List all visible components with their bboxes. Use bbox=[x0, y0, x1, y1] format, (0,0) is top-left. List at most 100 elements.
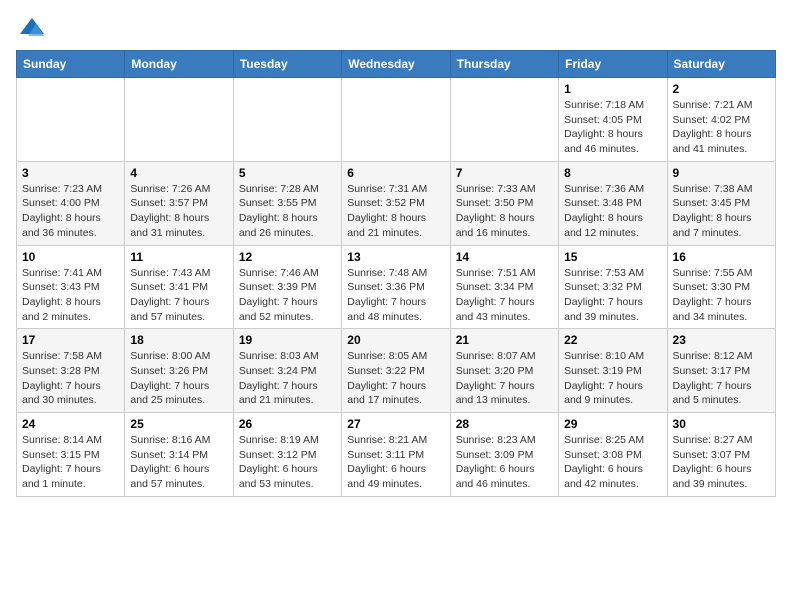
day-info: Sunrise: 8:23 AMSunset: 3:09 PMDaylight:… bbox=[456, 433, 553, 492]
day-info: Sunrise: 7:53 AMSunset: 3:32 PMDaylight:… bbox=[564, 266, 661, 325]
day-number: 22 bbox=[564, 333, 661, 347]
day-number: 3 bbox=[22, 166, 119, 180]
calendar-cell: 18 Sunrise: 8:00 AMSunset: 3:26 PMDayligh… bbox=[125, 329, 233, 413]
day-info: Sunrise: 8:21 AMSunset: 3:11 PMDaylight:… bbox=[347, 433, 444, 492]
day-number: 25 bbox=[130, 417, 227, 431]
day-number: 15 bbox=[564, 250, 661, 264]
day-number: 21 bbox=[456, 333, 553, 347]
day-info: Sunrise: 7:18 AMSunset: 4:05 PMDaylight:… bbox=[564, 98, 661, 157]
day-number: 8 bbox=[564, 166, 661, 180]
day-info: Sunrise: 7:58 AMSunset: 3:28 PMDaylight:… bbox=[22, 349, 119, 408]
day-number: 10 bbox=[22, 250, 119, 264]
calendar-cell bbox=[125, 78, 233, 162]
calendar-cell: 29Sunrise: 8:25 AMSunset: 3:08 PMDayligh… bbox=[559, 413, 667, 497]
day-number: 12 bbox=[239, 250, 336, 264]
day-number: 19 bbox=[239, 333, 336, 347]
calendar-cell bbox=[450, 78, 558, 162]
calendar-header-monday: Monday bbox=[125, 51, 233, 78]
calendar-cell bbox=[233, 78, 341, 162]
calendar-week-row: 3 Sunrise: 7:23 AMSunset: 4:00 PMDaylight… bbox=[17, 161, 776, 245]
calendar-cell: 13 Sunrise: 7:48 AMSunset: 3:36 PMDayligh… bbox=[342, 245, 450, 329]
calendar-cell: 12 Sunrise: 7:46 AMSunset: 3:39 PMDayligh… bbox=[233, 245, 341, 329]
calendar-cell: 30Sunrise: 8:27 AMSunset: 3:07 PMDayligh… bbox=[667, 413, 775, 497]
day-info: Sunrise: 7:31 AMSunset: 3:52 PMDaylight:… bbox=[347, 182, 444, 241]
day-info: Sunrise: 8:12 AMSunset: 3:17 PMDaylight:… bbox=[673, 349, 770, 408]
day-number: 18 bbox=[130, 333, 227, 347]
calendar-week-row: 24Sunrise: 8:14 AMSunset: 3:15 PMDayligh… bbox=[17, 413, 776, 497]
day-number: 23 bbox=[673, 333, 770, 347]
calendar-cell: 9 Sunrise: 7:38 AMSunset: 3:45 PMDaylight… bbox=[667, 161, 775, 245]
calendar-header-saturday: Saturday bbox=[667, 51, 775, 78]
day-info: Sunrise: 7:21 AMSunset: 4:02 PMDaylight:… bbox=[673, 98, 770, 157]
day-info: Sunrise: 8:05 AMSunset: 3:22 PMDaylight:… bbox=[347, 349, 444, 408]
calendar-cell: 20 Sunrise: 8:05 AMSunset: 3:22 PMDayligh… bbox=[342, 329, 450, 413]
day-info: Sunrise: 8:00 AMSunset: 3:26 PMDaylight:… bbox=[130, 349, 227, 408]
day-number: 30 bbox=[673, 417, 770, 431]
day-info: Sunrise: 8:07 AMSunset: 3:20 PMDaylight:… bbox=[456, 349, 553, 408]
calendar-cell: 14 Sunrise: 7:51 AMSunset: 3:34 PMDayligh… bbox=[450, 245, 558, 329]
calendar-cell: 19 Sunrise: 8:03 AMSunset: 3:24 PMDayligh… bbox=[233, 329, 341, 413]
logo bbox=[16, 16, 48, 38]
calendar-cell: 1 Sunrise: 7:18 AMSunset: 4:05 PMDaylight… bbox=[559, 78, 667, 162]
calendar-header-tuesday: Tuesday bbox=[233, 51, 341, 78]
day-number: 28 bbox=[456, 417, 553, 431]
calendar-cell: 4Sunrise: 7:26 AMSunset: 3:57 PMDaylight… bbox=[125, 161, 233, 245]
calendar-header-wednesday: Wednesday bbox=[342, 51, 450, 78]
day-info: Sunrise: 7:41 AMSunset: 3:43 PMDaylight:… bbox=[22, 266, 119, 325]
calendar-header-row: SundayMondayTuesdayWednesdayThursdayFrid… bbox=[17, 51, 776, 78]
day-number: 24 bbox=[22, 417, 119, 431]
calendar-table: SundayMondayTuesdayWednesdayThursdayFrid… bbox=[16, 50, 776, 497]
calendar-cell: 11 Sunrise: 7:43 AMSunset: 3:41 PMDayligh… bbox=[125, 245, 233, 329]
calendar-cell bbox=[342, 78, 450, 162]
day-number: 26 bbox=[239, 417, 336, 431]
day-number: 7 bbox=[456, 166, 553, 180]
day-number: 9 bbox=[673, 166, 770, 180]
day-number: 13 bbox=[347, 250, 444, 264]
calendar-header-thursday: Thursday bbox=[450, 51, 558, 78]
calendar-cell: 5 Sunrise: 7:28 AMSunset: 3:55 PMDaylight… bbox=[233, 161, 341, 245]
day-info: Sunrise: 7:36 AMSunset: 3:48 PMDaylight:… bbox=[564, 182, 661, 241]
calendar-cell: 28 Sunrise: 8:23 AMSunset: 3:09 PMDayligh… bbox=[450, 413, 558, 497]
day-info: Sunrise: 7:23 AMSunset: 4:00 PMDaylight:… bbox=[22, 182, 119, 241]
day-info: Sunrise: 7:38 AMSunset: 3:45 PMDaylight:… bbox=[673, 182, 770, 241]
calendar-cell: 21 Sunrise: 8:07 AMSunset: 3:20 PMDayligh… bbox=[450, 329, 558, 413]
day-number: 2 bbox=[673, 82, 770, 96]
day-info: Sunrise: 7:28 AMSunset: 3:55 PMDaylight:… bbox=[239, 182, 336, 241]
calendar-cell: 6 Sunrise: 7:31 AMSunset: 3:52 PMDaylight… bbox=[342, 161, 450, 245]
day-info: Sunrise: 7:55 AMSunset: 3:30 PMDaylight:… bbox=[673, 266, 770, 325]
day-number: 14 bbox=[456, 250, 553, 264]
day-number: 6 bbox=[347, 166, 444, 180]
calendar-cell: 25 Sunrise: 8:16 AMSunset: 3:14 PMDayligh… bbox=[125, 413, 233, 497]
day-number: 16 bbox=[673, 250, 770, 264]
day-number: 5 bbox=[239, 166, 336, 180]
day-info: Sunrise: 8:16 AMSunset: 3:14 PMDaylight:… bbox=[130, 433, 227, 492]
calendar-header-sunday: Sunday bbox=[17, 51, 125, 78]
calendar-header-friday: Friday bbox=[559, 51, 667, 78]
day-info: Sunrise: 7:43 AMSunset: 3:41 PMDaylight:… bbox=[130, 266, 227, 325]
day-info: Sunrise: 7:33 AMSunset: 3:50 PMDaylight:… bbox=[456, 182, 553, 241]
calendar-cell: 23 Sunrise: 8:12 AMSunset: 3:17 PMDayligh… bbox=[667, 329, 775, 413]
day-number: 1 bbox=[564, 82, 661, 96]
day-info: Sunrise: 7:46 AMSunset: 3:39 PMDaylight:… bbox=[239, 266, 336, 325]
day-number: 29 bbox=[564, 417, 661, 431]
day-info: Sunrise: 8:10 AMSunset: 3:19 PMDaylight:… bbox=[564, 349, 661, 408]
day-number: 17 bbox=[22, 333, 119, 347]
calendar-cell: 24Sunrise: 8:14 AMSunset: 3:15 PMDayligh… bbox=[17, 413, 125, 497]
calendar-cell: 22 Sunrise: 8:10 AMSunset: 3:19 PMDayligh… bbox=[559, 329, 667, 413]
calendar-week-row: 17 Sunrise: 7:58 AMSunset: 3:28 PMDayligh… bbox=[17, 329, 776, 413]
calendar-cell: 16 Sunrise: 7:55 AMSunset: 3:30 PMDayligh… bbox=[667, 245, 775, 329]
day-info: Sunrise: 7:51 AMSunset: 3:34 PMDaylight:… bbox=[456, 266, 553, 325]
calendar-cell: 8 Sunrise: 7:36 AMSunset: 3:48 PMDaylight… bbox=[559, 161, 667, 245]
calendar-cell: 3 Sunrise: 7:23 AMSunset: 4:00 PMDaylight… bbox=[17, 161, 125, 245]
day-info: Sunrise: 7:48 AMSunset: 3:36 PMDaylight:… bbox=[347, 266, 444, 325]
day-number: 20 bbox=[347, 333, 444, 347]
day-info: Sunrise: 8:19 AMSunset: 3:12 PMDaylight:… bbox=[239, 433, 336, 492]
calendar-cell: 17 Sunrise: 7:58 AMSunset: 3:28 PMDayligh… bbox=[17, 329, 125, 413]
calendar-cell: 2 Sunrise: 7:21 AMSunset: 4:02 PMDaylight… bbox=[667, 78, 775, 162]
day-info: Sunrise: 7:26 AMSunset: 3:57 PMDaylight:… bbox=[130, 182, 227, 241]
calendar-cell: 10 Sunrise: 7:41 AMSunset: 3:43 PMDayligh… bbox=[17, 245, 125, 329]
day-number: 11 bbox=[130, 250, 227, 264]
calendar-cell: 27Sunrise: 8:21 AMSunset: 3:11 PMDayligh… bbox=[342, 413, 450, 497]
logo-icon bbox=[18, 16, 46, 38]
day-info: Sunrise: 8:03 AMSunset: 3:24 PMDaylight:… bbox=[239, 349, 336, 408]
